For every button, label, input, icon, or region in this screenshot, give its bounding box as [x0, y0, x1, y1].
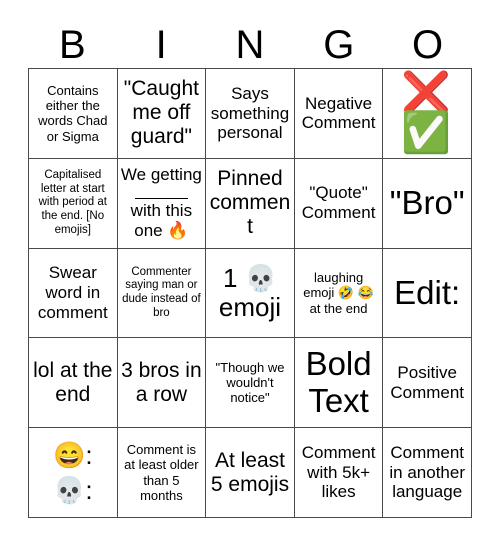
bingo-cell-g4[interactable]: Bold Text [294, 338, 384, 429]
bingo-cell-content: "Quote" Comment [301, 183, 376, 223]
bingo-cell-o4[interactable]: Positive Comment [383, 338, 472, 429]
bingo-cell-content: 😄: 💀: [52, 439, 93, 505]
bingo-cell-content: "Caught me off guard" [123, 77, 199, 149]
bingo-cell-n1[interactable]: Says something personal [206, 69, 295, 159]
bingo-cell-content: At least 5 emojis [210, 448, 290, 496]
bingo-cell-content: lol at the end [33, 358, 113, 406]
bingo-cell-content: 1 💀 emoji [218, 262, 282, 322]
bingo-cell-content: Negative Comment [301, 93, 376, 133]
bingo-letter-i: I [155, 23, 167, 67]
bingo-card: B I N G O Contains either the words Chad… [0, 0, 500, 544]
bingo-letter-n: N [235, 23, 265, 67]
bingo-cell-content: "Though we wouldn't notice" [215, 359, 285, 406]
bingo-cell-content: Capitalised letter at start with period … [38, 169, 107, 236]
bingo-cell-content: Comment with 5k+ likes [301, 443, 376, 502]
bingo-cell-i2[interactable]: We getting with this one 🔥 [117, 158, 207, 249]
bingo-cell-i4[interactable]: 3 bros in a row [117, 338, 207, 429]
bingo-header: B I N G O [28, 22, 472, 68]
fill-blank-rule [135, 189, 188, 199]
bingo-cell-content: Contains either the words Chad or Sigma [38, 82, 108, 144]
bingo-cell-b2[interactable]: Capitalised letter at start with period … [29, 158, 118, 249]
bingo-cell-content: 3 bros in a row [121, 358, 202, 406]
bingo-cell-g1[interactable]: Negative Comment [294, 69, 384, 159]
bingo-cell-g5[interactable]: Comment with 5k+ likes [294, 428, 384, 518]
bingo-cell-content: Commenter saying man or dude instead of … [122, 265, 201, 319]
bingo-cell-n4[interactable]: "Though we wouldn't notice" [206, 338, 295, 429]
bingo-cell-b3[interactable]: Swear word in comment [29, 248, 118, 339]
bingo-cell-g3[interactable]: laughing emoji 🤣 😂 at the end [294, 248, 384, 339]
bingo-cell-g2[interactable]: "Quote" Comment [294, 158, 384, 249]
bingo-cell-content: Pinned comment [209, 167, 291, 239]
bingo-cell-content: We getting with this one 🔥 [121, 165, 203, 241]
bingo-cell-content: "Bro" [389, 184, 465, 222]
bingo-cell-b4[interactable]: lol at the end [29, 338, 118, 429]
bingo-letter-g: G [323, 23, 355, 67]
bingo-cell-o1[interactable]: ❌✅ [383, 69, 472, 159]
bingo-cell-content: laughing emoji 🤣 😂 at the end [303, 270, 374, 316]
bingo-cell-content: Swear word in comment [37, 263, 108, 322]
bingo-cell-i3[interactable]: Commenter saying man or dude instead of … [117, 248, 207, 339]
bingo-cell-o3[interactable]: Edit: [383, 248, 472, 339]
bingo-letter-o: O [412, 23, 444, 67]
bingo-cell-content: ❌✅ [401, 71, 454, 156]
bingo-cell-n5[interactable]: At least 5 emojis [206, 428, 295, 518]
bingo-cell-n3[interactable]: 1 💀 emoji [206, 248, 295, 339]
bingo-cell-b1[interactable]: Contains either the words Chad or Sigma [29, 69, 118, 159]
fill-blank-line-2: with this one 🔥 [130, 200, 193, 240]
bingo-cell-content: Comment is at least older than 5 months [124, 441, 199, 503]
bingo-cell-i5[interactable]: Comment is at least older than 5 months [117, 428, 207, 518]
bingo-cell-i1[interactable]: "Caught me off guard" [117, 69, 207, 159]
bingo-cell-content: Comment in another language [389, 443, 465, 502]
bingo-cell-content: Says something personal [210, 83, 290, 143]
bingo-cell-n2[interactable]: Pinned comment [206, 158, 295, 249]
bingo-grid: Contains either the words Chad or Sigma "… [28, 68, 472, 518]
bingo-cell-content: Bold Text [305, 345, 372, 419]
bingo-cell-content: Positive Comment [390, 363, 465, 402]
fill-blank-line-1: We getting [120, 165, 202, 185]
bingo-letter-b: B [59, 23, 86, 67]
bingo-cell-content: Edit: [394, 273, 461, 311]
bingo-cell-b5[interactable]: 😄: 💀: [29, 428, 118, 518]
bingo-cell-o2[interactable]: "Bro" [383, 158, 472, 249]
bingo-cell-o5[interactable]: Comment in another language [383, 428, 472, 518]
